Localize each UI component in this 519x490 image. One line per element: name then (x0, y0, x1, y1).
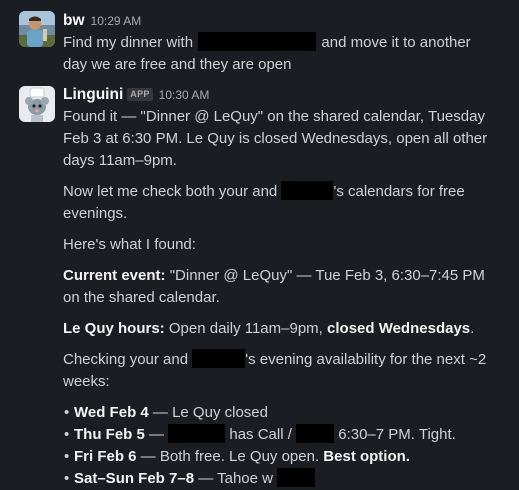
redacted-name (168, 424, 226, 443)
sender-name[interactable]: Linguini (63, 86, 123, 103)
list-item: • Thu Feb 5 — has Call / 6:30–7 PM. Tigh… (63, 424, 505, 446)
redacted-name (296, 424, 335, 443)
message-text-line: weeks: (63, 373, 110, 390)
message-text-line: Checking your and 's evening availabilit… (63, 349, 505, 371)
bold-text: closed Wednesdays (327, 320, 471, 337)
label-hours: Le Quy hours: (63, 320, 165, 337)
redacted-name (277, 468, 316, 487)
message-text: Checking your and (63, 351, 189, 368)
message-text: has Call / (225, 426, 297, 443)
redacted-name (198, 32, 317, 51)
message-text: — Le Quy closed (148, 404, 268, 421)
redacted-name (281, 181, 334, 200)
message-text: — Both free. Le Quy open. (136, 448, 324, 465)
message-text: and move it to another (321, 34, 471, 51)
timestamp[interactable]: 10:30 AM (159, 88, 210, 102)
message-text-line: Feb 3 at 6:30 PM. Le Quy is closed Wedne… (63, 130, 488, 147)
message-text-line: Now let me check both your and 's calend… (63, 181, 505, 203)
message-text: 's calendars for free (333, 183, 465, 200)
bold-text: Sat–Sun Feb 7–8 (74, 470, 195, 487)
message-text-line: Here's what I found: (63, 236, 196, 253)
bullet-dot: • (64, 426, 70, 443)
list-item: • Wed Feb 4 — Le Quy closed (63, 402, 505, 424)
list-item: • Fri Feb 6 — Both free. Le Quy open. Be… (63, 446, 505, 468)
message-text: Now let me check both your and (63, 183, 278, 200)
message-text-line: on the shared calendar. (63, 289, 220, 306)
label-current-event: Current event: (63, 267, 166, 284)
sender-name[interactable]: bw (63, 12, 85, 29)
bullet-dot: • (64, 404, 70, 421)
availability-list: • Wed Feb 4 — Le Quy closed • Thu Feb 5 … (63, 402, 505, 490)
bullet-dot: • (64, 448, 70, 465)
message-text-line: Found it — "Dinner @ LeQuy" on the share… (63, 108, 485, 125)
avatar-linguini[interactable] (19, 86, 55, 122)
message-text-line: days 11am–9pm. (63, 152, 177, 169)
message-text-line: evenings. (63, 205, 128, 222)
message-text: Open daily 11am–9pm, (168, 320, 323, 337)
message-text-line: day we are free and they are open (63, 56, 292, 73)
message-text-line: Find my dinner with and move it to anoth… (63, 32, 505, 54)
message-text: "Dinner @ LeQuy" — Tue Feb 3, 6:30–7:45 … (169, 267, 485, 284)
bold-text: Thu Feb 5 (74, 426, 145, 443)
bold-text: Fri Feb 6 (74, 448, 137, 465)
message-text: Find my dinner with (63, 34, 194, 51)
timestamp[interactable]: 10:29 AM (91, 14, 142, 28)
bold-text: Best option. (323, 448, 410, 465)
message-text: . (470, 320, 475, 337)
message-text-line: Le Quy hours: Open daily 11am–9pm, close… (63, 318, 505, 340)
bullet-dot: • (64, 470, 70, 487)
bold-text: Wed Feb 4 (74, 404, 149, 421)
message-text-line: Current event: "Dinner @ LeQuy" — Tue Fe… (63, 265, 505, 287)
message-text: 's evening availability for the next ~2 (245, 351, 487, 368)
avatar-bw[interactable] (19, 11, 55, 47)
message-text: — (144, 426, 169, 443)
message-text: 6:30–7 PM. Tight. (334, 426, 456, 443)
list-item: • Sat–Sun Feb 7–8 — Tahoe w (63, 468, 505, 490)
message-text: — Tahoe w (194, 470, 278, 487)
redacted-name (192, 349, 246, 368)
app-badge: APP (127, 88, 153, 101)
